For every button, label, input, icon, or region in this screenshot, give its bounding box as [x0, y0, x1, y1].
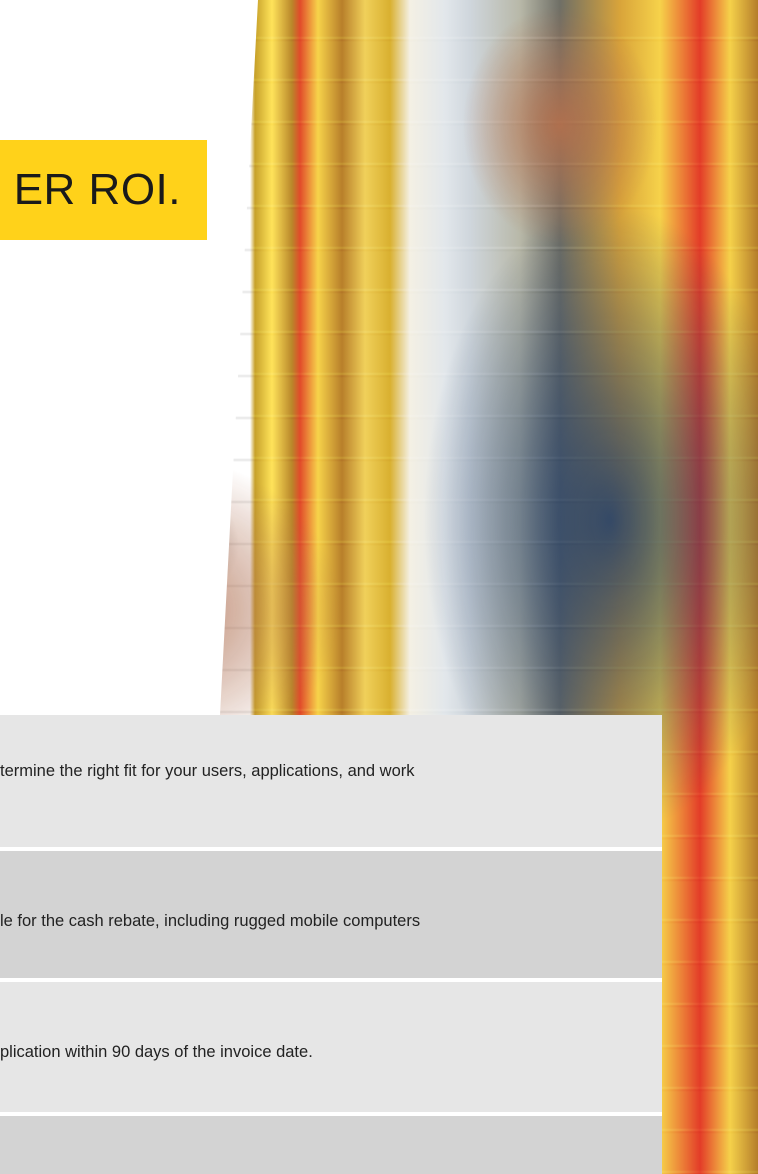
step-card: termine the right fit for your users, ap… — [0, 715, 662, 847]
step-text: le for the cash rebate, including rugged… — [0, 912, 421, 930]
headline-badge: ER ROI. — [0, 140, 207, 240]
step-card — [0, 1116, 662, 1174]
steps-list: termine the right fit for your users, ap… — [0, 715, 662, 1174]
step-card: le for the cash rebate, including rugged… — [0, 851, 662, 978]
step-card: plication within 90 days of the invoice … — [0, 982, 662, 1112]
step-text: plication within 90 days of the invoice … — [0, 1043, 313, 1061]
headline-text: ER ROI. — [13, 165, 181, 214]
step-text: termine the right fit for your users, ap… — [0, 762, 415, 780]
promo-page: ER ROI. termine the right fit for your u… — [0, 0, 758, 1174]
